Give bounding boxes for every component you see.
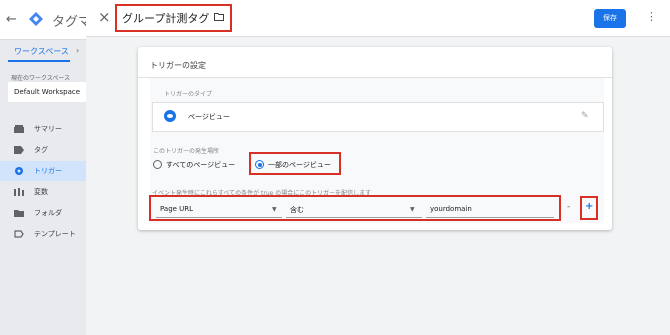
sidebar-item-variables[interactable]: 変数 [0,182,86,202]
page-title[interactable]: グループ計測タグ [122,10,209,26]
radio-all-pageviews[interactable] [153,160,162,169]
sidebar-item-label: トリガー [34,167,62,175]
variable-select[interactable]: Page URL [160,205,193,213]
operator-select[interactable]: 含む [290,205,304,215]
radio-all-label: すべてのページビュー [166,161,236,169]
sidebar-item-templates[interactable]: テンプレート [0,224,86,244]
operator-dropdown-icon[interactable]: ▼ [410,206,415,213]
tab-next-icon: › [76,46,80,55]
more-vert-icon[interactable]: ⋮ [646,10,657,23]
fires-on-label: このトリガーの発生場所 [153,148,220,155]
trigger-editor-panel: × グループ計測タグ 保存 ⋮ トリガーの設定 トリガーのタイプ ページビュー … [86,0,670,335]
summary-icon [14,125,24,133]
value-input[interactable]: yourdomain [430,205,472,213]
sidebar-item-label: 変数 [34,188,48,196]
variable-dropdown-icon[interactable]: ▼ [272,206,277,213]
sidebar-item-label: フォルダ [34,209,62,217]
value-underline [426,217,554,218]
pageview-icon [164,110,176,122]
edit-pencil-icon[interactable]: ✎ [581,111,589,121]
sidebar-item-summary[interactable]: サマリー [0,119,86,139]
sidebar-item-label: サマリー [34,125,62,133]
trigger-icon [15,167,23,175]
variable-underline [156,217,282,218]
radio-some-label: 一部のページビュー [268,161,331,169]
trigger-type-name: ページビュー [188,113,230,121]
save-button[interactable]: 保存 [594,9,626,28]
panel-header: × グループ計測タグ 保存 ⋮ [86,0,670,37]
app-title: タグマ [52,15,86,30]
workspace-name: Default Workspace [14,88,81,96]
operator-underline [286,217,422,218]
tab-underline [8,60,70,62]
template-icon [14,230,24,238]
add-condition-button[interactable]: + [585,201,593,212]
radio-some-pageviews[interactable] [255,160,264,169]
tag-icon [14,146,24,154]
tab-workspace[interactable]: ワークスペース [14,46,69,57]
sidebar-item-label: タグ [34,146,48,154]
close-icon[interactable]: × [98,8,111,26]
variables-icon [14,188,24,196]
card-title: トリガーの設定 [150,61,206,70]
sidebar-item-tags[interactable]: タグ [0,140,86,160]
sidebar-item-folders[interactable]: フォルダ [0,203,86,223]
app-topbar: ← タグマ [0,0,86,40]
app-sidebar: ← タグマ ワークスペース › 現在のワークスペース Default Works… [0,0,86,335]
remove-condition-button[interactable]: - [567,202,570,212]
folder-icon[interactable] [214,13,224,21]
sidebar-item-label: テンプレート [34,230,76,238]
gtm-logo-icon [29,12,43,26]
sidebar-item-triggers[interactable]: トリガー [0,161,86,181]
back-arrow-icon[interactable]: ← [6,12,17,27]
workspace-label: 現在のワークスペース [11,75,71,82]
trigger-type-label: トリガーのタイプ [164,91,213,98]
folder-icon [14,210,24,217]
